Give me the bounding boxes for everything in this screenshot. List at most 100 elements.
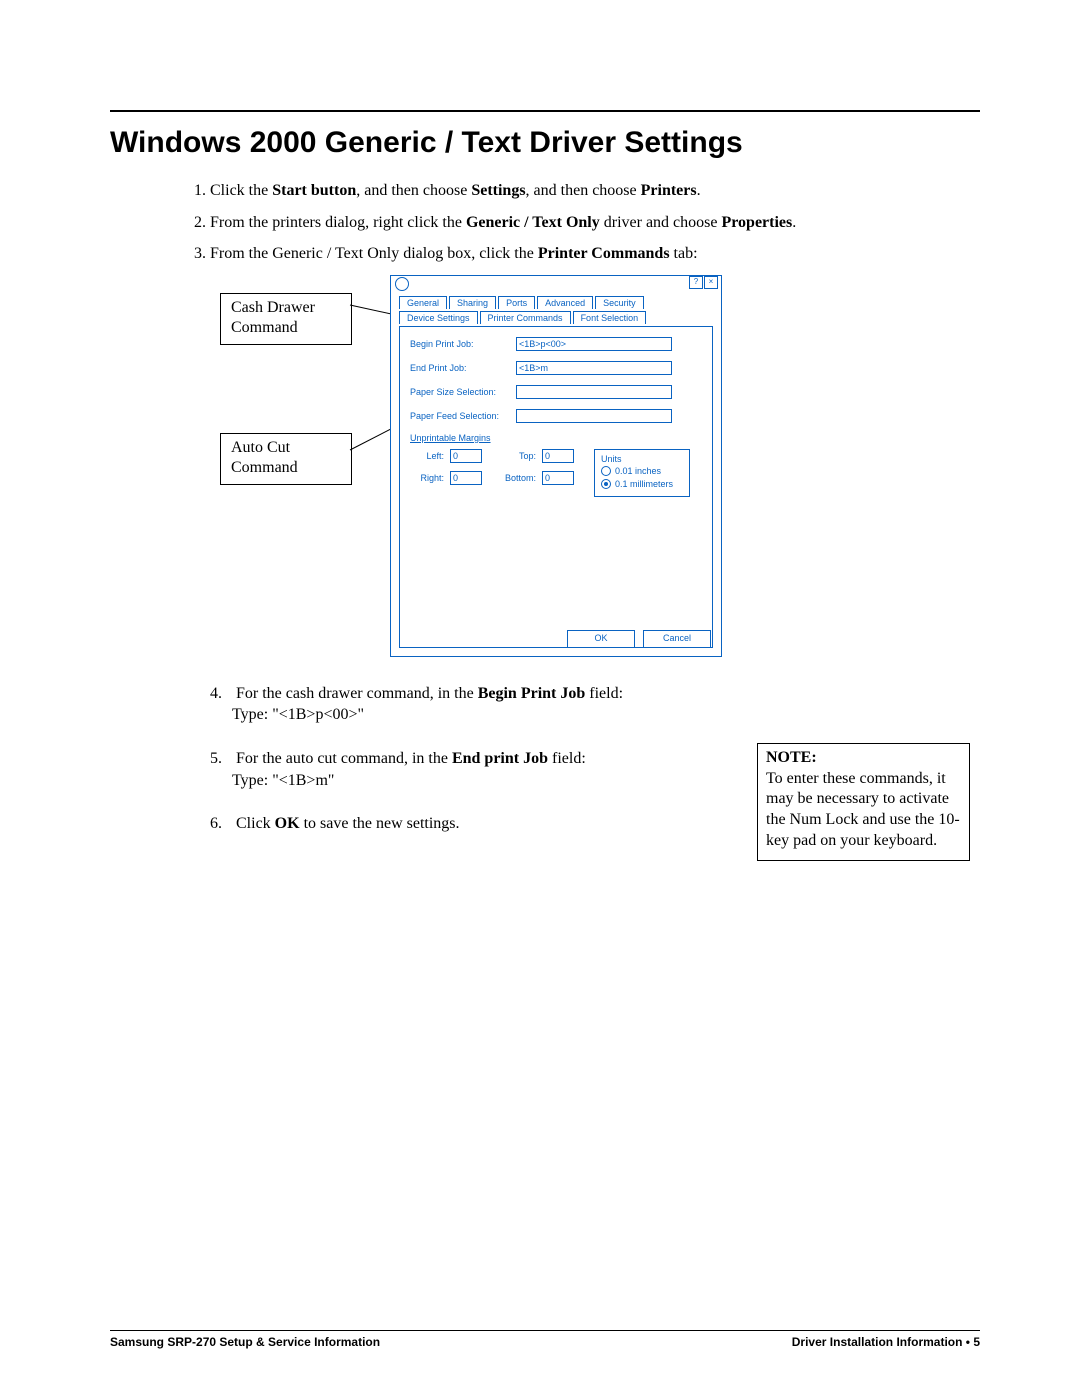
callout-label: Auto Cut Command <box>231 439 298 476</box>
note-title: NOTE: <box>766 748 961 769</box>
close-button[interactable]: × <box>704 276 718 289</box>
text: For the cash drawer command, in the <box>236 685 478 702</box>
tab-row-1: General Sharing Ports Advanced Security <box>399 296 713 309</box>
footer-left: Samsung SRP-270 Setup & Service Informat… <box>110 1335 380 1349</box>
step-6: 6. Click OK to save the new settings. <box>210 813 650 835</box>
text: Click <box>236 815 275 832</box>
below-diagram: 4. For the cash drawer command, in the B… <box>210 683 970 835</box>
dialog-titlebar: ? × <box>391 276 721 290</box>
bold-text: End print Job <box>452 750 548 767</box>
label-pfeed: Paper Feed Selection: <box>410 411 510 421</box>
margins-col-1: Left: 0 Right: 0 <box>410 449 482 497</box>
text: From the printers dialog, right click th… <box>210 214 466 231</box>
row-end-print-job: End Print Job: <1B>m <box>410 361 702 375</box>
input-top[interactable]: 0 <box>542 449 574 463</box>
bold-text: Printer Commands <box>538 245 670 262</box>
label-end: End Print Job: <box>410 363 510 373</box>
input-right[interactable]: 0 <box>450 471 482 485</box>
tab-ports[interactable]: Ports <box>498 296 535 309</box>
radio-dot-icon <box>604 482 608 486</box>
note-box: NOTE: To enter these commands, it may be… <box>757 743 970 861</box>
bold-text: Properties <box>721 214 792 231</box>
ok-button[interactable]: OK <box>567 630 635 648</box>
page: Windows 2000 Generic / Text Driver Setti… <box>0 0 1080 1397</box>
margins-block: Left: 0 Right: 0 Top: 0 Bottom: 0 Units 0.01… <box>410 449 702 497</box>
footer-rule <box>110 1330 980 1331</box>
bold-text: Printers <box>641 182 697 199</box>
row-paper-size: Paper Size Selection: <box>410 385 702 399</box>
text: . <box>792 214 796 231</box>
step-3: From the Generic / Text Only dialog box,… <box>210 243 980 265</box>
instruction-list-top: Click the Start button, and then choose … <box>210 180 980 265</box>
printer-properties-dialog: ? × General Sharing Ports Advanced Secur… <box>390 275 722 657</box>
radio-label: 0.1 millimeters <box>615 479 673 489</box>
text: From the Generic / Text Only dialog box,… <box>210 245 538 262</box>
label-psize: Paper Size Selection: <box>410 387 510 397</box>
text: Type: "<1B>p<00>" <box>232 706 364 723</box>
label-begin: Begin Print Job: <box>410 339 510 349</box>
dialog-footer: OK Cancel <box>567 630 711 648</box>
input-paper-size[interactable] <box>516 385 672 399</box>
radio-label: 0.01 inches <box>615 466 661 476</box>
tab-security[interactable]: Security <box>595 296 644 309</box>
step-1: Click the Start button, and then choose … <box>210 180 980 202</box>
callout-auto-cut: Auto Cut Command <box>220 433 352 485</box>
label-bottom: Bottom: <box>502 473 536 483</box>
label-left: Left: <box>410 451 444 461</box>
text: Click the <box>210 182 272 199</box>
tab-advanced[interactable]: Advanced <box>537 296 593 309</box>
label-top: Top: <box>502 451 536 461</box>
step-2: From the printers dialog, right click th… <box>210 212 980 234</box>
bold-text: Settings <box>471 182 525 199</box>
text: field: <box>585 685 623 702</box>
callout-cash-drawer: Cash Drawer Command <box>220 293 352 345</box>
tab-general[interactable]: General <box>399 296 447 309</box>
text: For the auto cut command, in the <box>236 750 452 767</box>
radio-icon <box>601 479 611 489</box>
margins-col-2: Top: 0 Bottom: 0 <box>502 449 574 497</box>
input-end-print-job[interactable]: <1B>m <box>516 361 672 375</box>
tab-sharing[interactable]: Sharing <box>449 296 496 309</box>
callout-label: Cash Drawer Command <box>231 299 315 336</box>
tabs-area: General Sharing Ports Advanced Security … <box>391 290 721 648</box>
step-number: 4. <box>210 683 232 705</box>
input-paper-feed[interactable] <box>516 409 672 423</box>
label-right: Right: <box>410 473 444 483</box>
margins-title: Unprintable Margins <box>410 433 702 443</box>
page-footer: Samsung SRP-270 Setup & Service Informat… <box>110 1330 980 1349</box>
footer-right: Driver Installation Information • 5 <box>792 1335 980 1349</box>
text: tab: <box>670 245 698 262</box>
text: Type: "<1B>m" <box>232 772 334 789</box>
bold-text: OK <box>275 815 300 832</box>
text: to save the new settings. <box>300 815 460 832</box>
step-number: 5. <box>210 748 232 770</box>
step-number: 6. <box>210 813 232 835</box>
text: driver and choose <box>600 214 722 231</box>
diagram-area: Cash Drawer Command Auto Cut Command ? ×… <box>220 275 940 665</box>
text: . <box>697 182 701 199</box>
tab-font-selection[interactable]: Font Selection <box>573 311 647 324</box>
tab-device-settings[interactable]: Device Settings <box>399 311 478 324</box>
page-heading: Windows 2000 Generic / Text Driver Setti… <box>110 126 980 160</box>
input-bottom[interactable]: 0 <box>542 471 574 485</box>
bold-text: Generic / Text Only <box>466 214 600 231</box>
row-paper-feed: Paper Feed Selection: <box>410 409 702 423</box>
input-begin-print-job[interactable]: <1B>p<00> <box>516 337 672 351</box>
step-5: 5. For the auto cut command, in the End … <box>210 748 650 791</box>
radio-inches[interactable]: 0.01 inches <box>601 466 683 476</box>
text: , and then choose <box>356 182 471 199</box>
step-4: 4. For the cash drawer command, in the B… <box>210 683 650 726</box>
row-begin-print-job: Begin Print Job: <1B>p<00> <box>410 337 702 351</box>
help-button[interactable]: ? <box>689 276 703 289</box>
tab-row-2: Device Settings Printer Commands Font Se… <box>399 311 713 324</box>
units-group: Units 0.01 inches 0.1 millimeters <box>594 449 690 497</box>
radio-mm[interactable]: 0.1 millimeters <box>601 479 683 489</box>
bold-text: Start button <box>272 182 356 199</box>
note-body: To enter these commands, it may be neces… <box>766 769 961 852</box>
cancel-button[interactable]: Cancel <box>643 630 711 648</box>
text: , and then choose <box>526 182 641 199</box>
tab-panel: Begin Print Job: <1B>p<00> End Print Job… <box>399 326 713 648</box>
radio-icon <box>601 466 611 476</box>
input-left[interactable]: 0 <box>450 449 482 463</box>
tab-printer-commands[interactable]: Printer Commands <box>480 311 571 324</box>
